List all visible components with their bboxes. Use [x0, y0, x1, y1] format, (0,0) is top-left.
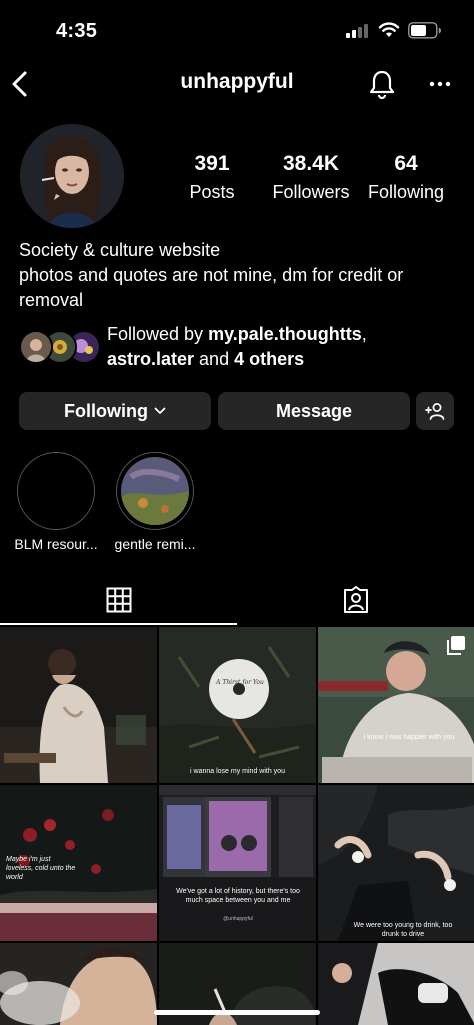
ellipsis-icon[interactable]: [428, 72, 452, 96]
post-caption: We were too young to drink, too drunk to…: [353, 922, 453, 938]
cellular-signal-icon: [346, 24, 368, 38]
bio-line-2: photos and quotes are not mine, dm for c…: [19, 265, 404, 310]
profile-username: unhappyful: [180, 70, 294, 93]
followers-count: 38.4K: [282, 152, 340, 175]
highlight-label: BLM resour...: [14, 536, 98, 552]
stat-posts[interactable]: 391 Posts: [170, 152, 254, 203]
grid-post[interactable]: We've got a lot of history, but there's …: [159, 785, 316, 941]
post-caption: i wanna lose my mind with you: [190, 768, 285, 775]
tagged-person-icon: [343, 586, 368, 613]
grid-icon: [106, 587, 131, 613]
post-handle: @unhappyful: [223, 916, 253, 922]
following-button-label: Following: [64, 400, 148, 421]
highlight-ring: [17, 452, 95, 530]
message-button[interactable]: Message: [218, 392, 410, 430]
followers-label: Followers: [272, 182, 350, 202]
add-person-icon: [425, 403, 445, 420]
followed-sep: ,: [361, 324, 367, 344]
tab-tagged[interactable]: [237, 575, 474, 625]
followed-by[interactable]: Followed by my.pale.thoughtts, astro.lat…: [19, 322, 459, 374]
highlight-blm[interactable]: BLM resour...: [8, 452, 104, 552]
add-person-button[interactable]: [416, 392, 454, 430]
mutual-avatar: [19, 330, 53, 364]
grid-post[interactable]: A Thirst for You i wanna lose my mind wi…: [159, 627, 316, 783]
wifi-icon: [378, 22, 400, 37]
multiple-posts-icon: [447, 636, 465, 655]
highlight-label: gentle remi...: [114, 536, 196, 552]
highlight-cover: [22, 457, 90, 525]
grid-post[interactable]: i know i was happier with you: [318, 627, 474, 783]
tab-posts[interactable]: [0, 575, 237, 625]
stat-following[interactable]: 64 Following: [362, 152, 450, 203]
bell-icon[interactable]: [368, 68, 396, 100]
profile-stats: 391 Posts 38.4K Followers 64 Following: [170, 152, 460, 212]
highlight-cover: [121, 457, 189, 525]
highlight-gentle-reminders[interactable]: gentle remi...: [107, 452, 203, 552]
bio-line-1: Society & culture website: [19, 240, 221, 260]
mutual-avatars: [19, 330, 101, 366]
post-caption: i know i was happier with you: [363, 734, 455, 741]
status-time: 4:35: [56, 20, 98, 42]
following-label: Following: [367, 182, 445, 202]
disc-text: A Thirst for You: [216, 679, 264, 686]
followed-mid: and: [194, 349, 235, 369]
post-caption: We've got a lot of history, but there's …: [176, 888, 300, 904]
mutual-user-1[interactable]: my.pale.thoughtts: [208, 324, 362, 344]
mutual-user-2[interactable]: astro.later: [107, 349, 194, 369]
avatar-photo: [20, 124, 124, 228]
followed-by-text: Followed by my.pale.thoughtts, astro.lat…: [107, 322, 459, 372]
message-button-label: Message: [275, 400, 353, 421]
grid-post[interactable]: [0, 627, 157, 783]
active-tab-indicator: [0, 623, 237, 625]
grid-post[interactable]: Maybe i'm just loveless, cold unto the w…: [0, 785, 157, 941]
grid-post[interactable]: We were too young to drink, too drunk to…: [318, 785, 474, 941]
following-button[interactable]: Following: [19, 392, 211, 430]
stat-followers[interactable]: 38.4K Followers: [264, 152, 358, 203]
highlight-ring: [116, 452, 194, 530]
following-count: 64: [394, 152, 418, 175]
posts-grid: A Thirst for You i wanna lose my mind wi…: [0, 627, 474, 1025]
battery-icon: [408, 22, 441, 39]
profile-avatar[interactable]: [20, 124, 124, 228]
followed-prefix: Followed by: [107, 324, 209, 344]
top-nav: unhappyful: [0, 62, 474, 108]
grid-post[interactable]: [318, 943, 474, 1025]
posts-label: Posts: [189, 182, 235, 202]
grid-post[interactable]: [0, 943, 157, 1025]
post-caption: Maybe i'm just loveless, cold unto the w…: [6, 856, 76, 881]
status-bar: 4:35: [0, 0, 474, 62]
mutual-others[interactable]: 4 others: [234, 349, 304, 369]
home-indicator[interactable]: [154, 1010, 320, 1015]
posts-count: 391: [194, 152, 230, 175]
profile-tabs: [0, 575, 474, 625]
chevron-down-icon: [154, 407, 166, 414]
profile-bio: Society & culture website photos and quo…: [19, 238, 459, 313]
